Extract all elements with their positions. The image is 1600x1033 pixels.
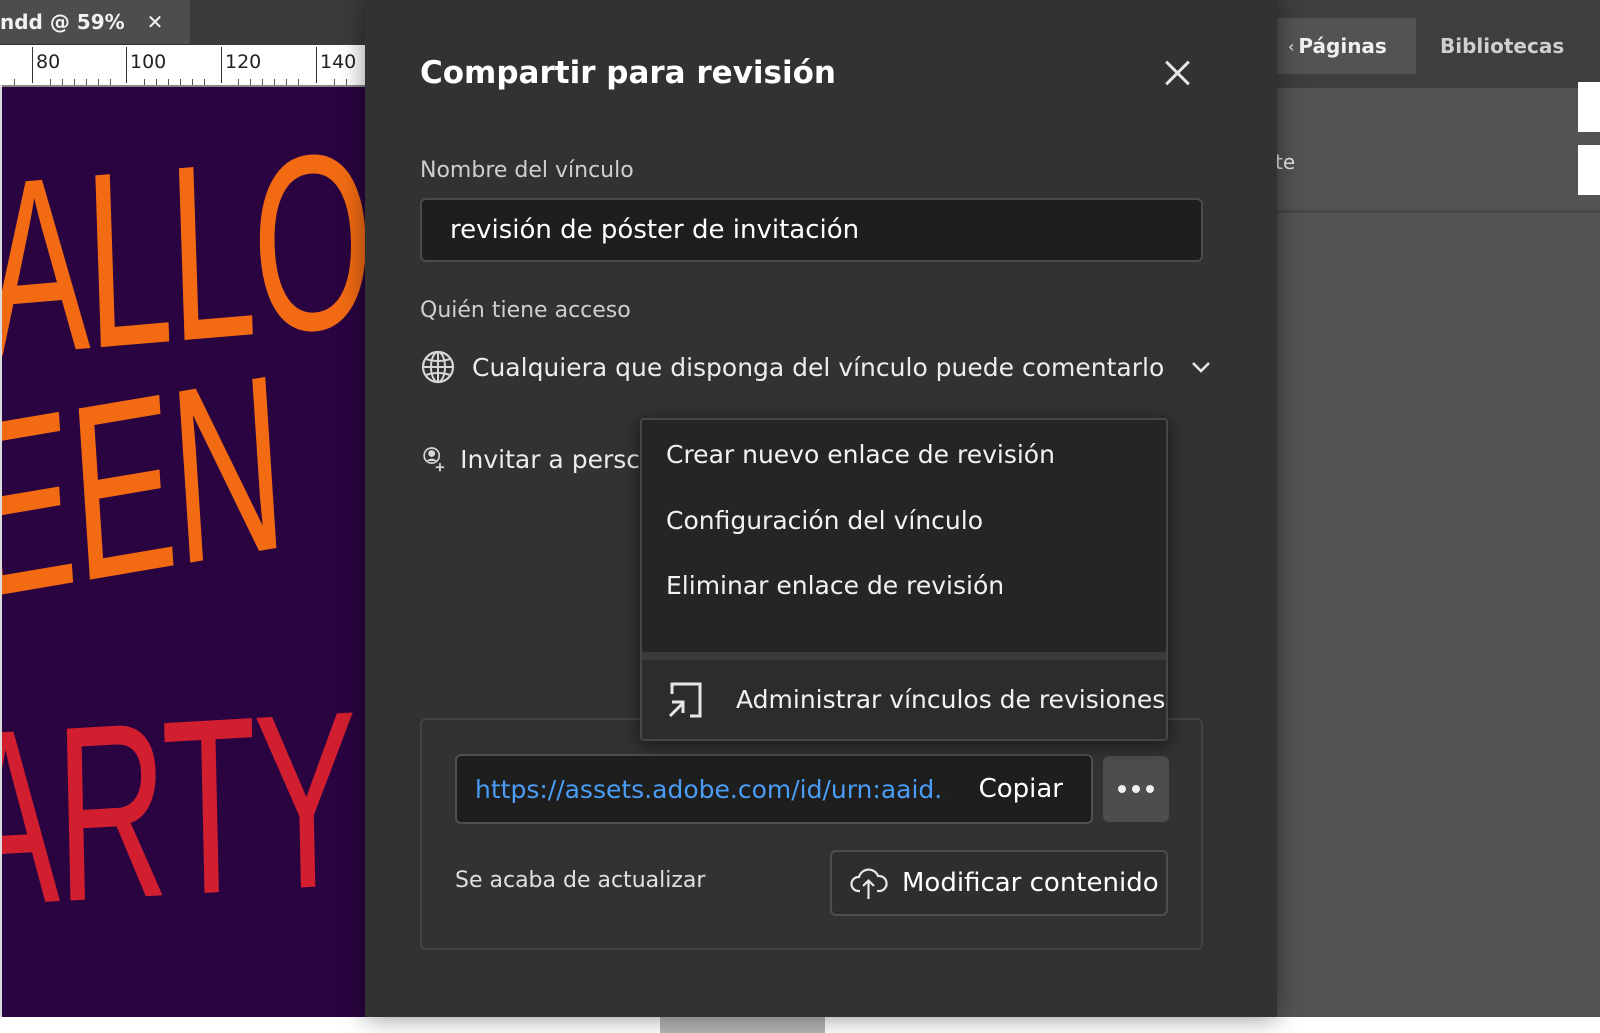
panel-thumbnail[interactable] <box>1578 145 1600 195</box>
menu-item-create-review-link[interactable]: Crear nuevo enlace de revisión <box>666 440 1055 469</box>
ruler-number: 120 <box>225 51 262 73</box>
link-name-label: Nombre del vínculo <box>420 158 634 183</box>
chevron-left-icon: ‹ <box>1288 36 1295 56</box>
ruler-number: 140 <box>320 51 357 73</box>
menu-item-manage-review-links[interactable]: Administrar vínculos de revisiones <box>642 660 1166 739</box>
document-tab[interactable]: ndd @ 59% ✕ <box>0 0 190 45</box>
copy-button[interactable]: Copiar <box>979 774 1063 804</box>
scrollbar-thumb[interactable] <box>660 1017 825 1033</box>
tab-bibliotecas[interactable]: Bibliotecas <box>1418 18 1564 74</box>
menu-item-delete-review-link[interactable]: Eliminar enlace de revisión <box>666 571 1004 600</box>
updated-status: Se acaba de actualizar <box>455 868 706 893</box>
chevron-down-icon <box>1192 362 1211 373</box>
modify-content-button[interactable]: Modificar contenido <box>830 850 1168 916</box>
review-url-link[interactable]: https://assets.adobe.com/id/urn:aaid... <box>475 775 945 804</box>
tab-paginas-label: Páginas <box>1298 34 1387 58</box>
panel-content <box>1270 88 1600 213</box>
more-dots-icon <box>1146 785 1154 793</box>
close-tab-icon[interactable]: ✕ <box>147 10 164 34</box>
ruler-number: 80 <box>36 51 61 73</box>
more-options-button[interactable] <box>1103 756 1169 822</box>
access-dropdown[interactable]: Cualquiera que disponga del vínculo pued… <box>420 345 1212 389</box>
dialog-title: Compartir para revisión <box>420 55 836 91</box>
more-dots-icon <box>1118 785 1126 793</box>
tab-bar-background <box>190 0 365 45</box>
tab-paginas[interactable]: ‹ Páginas <box>1270 18 1416 74</box>
cloud-upload-icon <box>850 868 888 899</box>
manage-review-links-label: Administrar vínculos de revisiones <box>736 685 1166 714</box>
close-icon[interactable] <box>1160 56 1194 90</box>
panel-partial-text: te <box>1275 150 1296 174</box>
tab-bibliotecas-label: Bibliotecas <box>1440 34 1564 58</box>
ruler-number: 100 <box>130 51 167 73</box>
menu-divider <box>642 652 1166 660</box>
globe-icon <box>421 350 455 384</box>
modify-content-label: Modificar contenido <box>902 868 1159 898</box>
more-dots-icon <box>1132 785 1140 793</box>
invite-people-button[interactable]: Invitar a persc <box>420 437 640 481</box>
canvas-text-een: EEN <box>2 321 290 652</box>
panel-thumbnail[interactable] <box>1578 82 1600 132</box>
invite-label: Invitar a persc <box>460 444 640 474</box>
add-person-icon <box>423 447 445 472</box>
review-url-field[interactable]: https://assets.adobe.com/id/urn:aaid... … <box>455 754 1093 824</box>
document-canvas[interactable]: ALLO EEN ARTY <box>2 87 365 1017</box>
external-link-icon <box>668 682 702 717</box>
access-value: Cualquiera que disponga del vínculo pued… <box>472 352 1165 382</box>
document-tab-title: ndd @ 59% <box>0 10 125 34</box>
review-link-menu: Crear nuevo enlace de revisión Configura… <box>640 418 1168 741</box>
canvas-text-arty: ARTY <box>2 658 359 960</box>
link-name-field[interactable] <box>420 198 1203 262</box>
panel-tab-bar: ‹ Páginas Bibliotecas <box>1270 0 1600 88</box>
horizontal-ruler: 80 100 120 140 <box>0 45 365 87</box>
access-label: Quién tiene acceso <box>420 298 631 323</box>
menu-item-link-settings[interactable]: Configuración del vínculo <box>666 506 983 535</box>
